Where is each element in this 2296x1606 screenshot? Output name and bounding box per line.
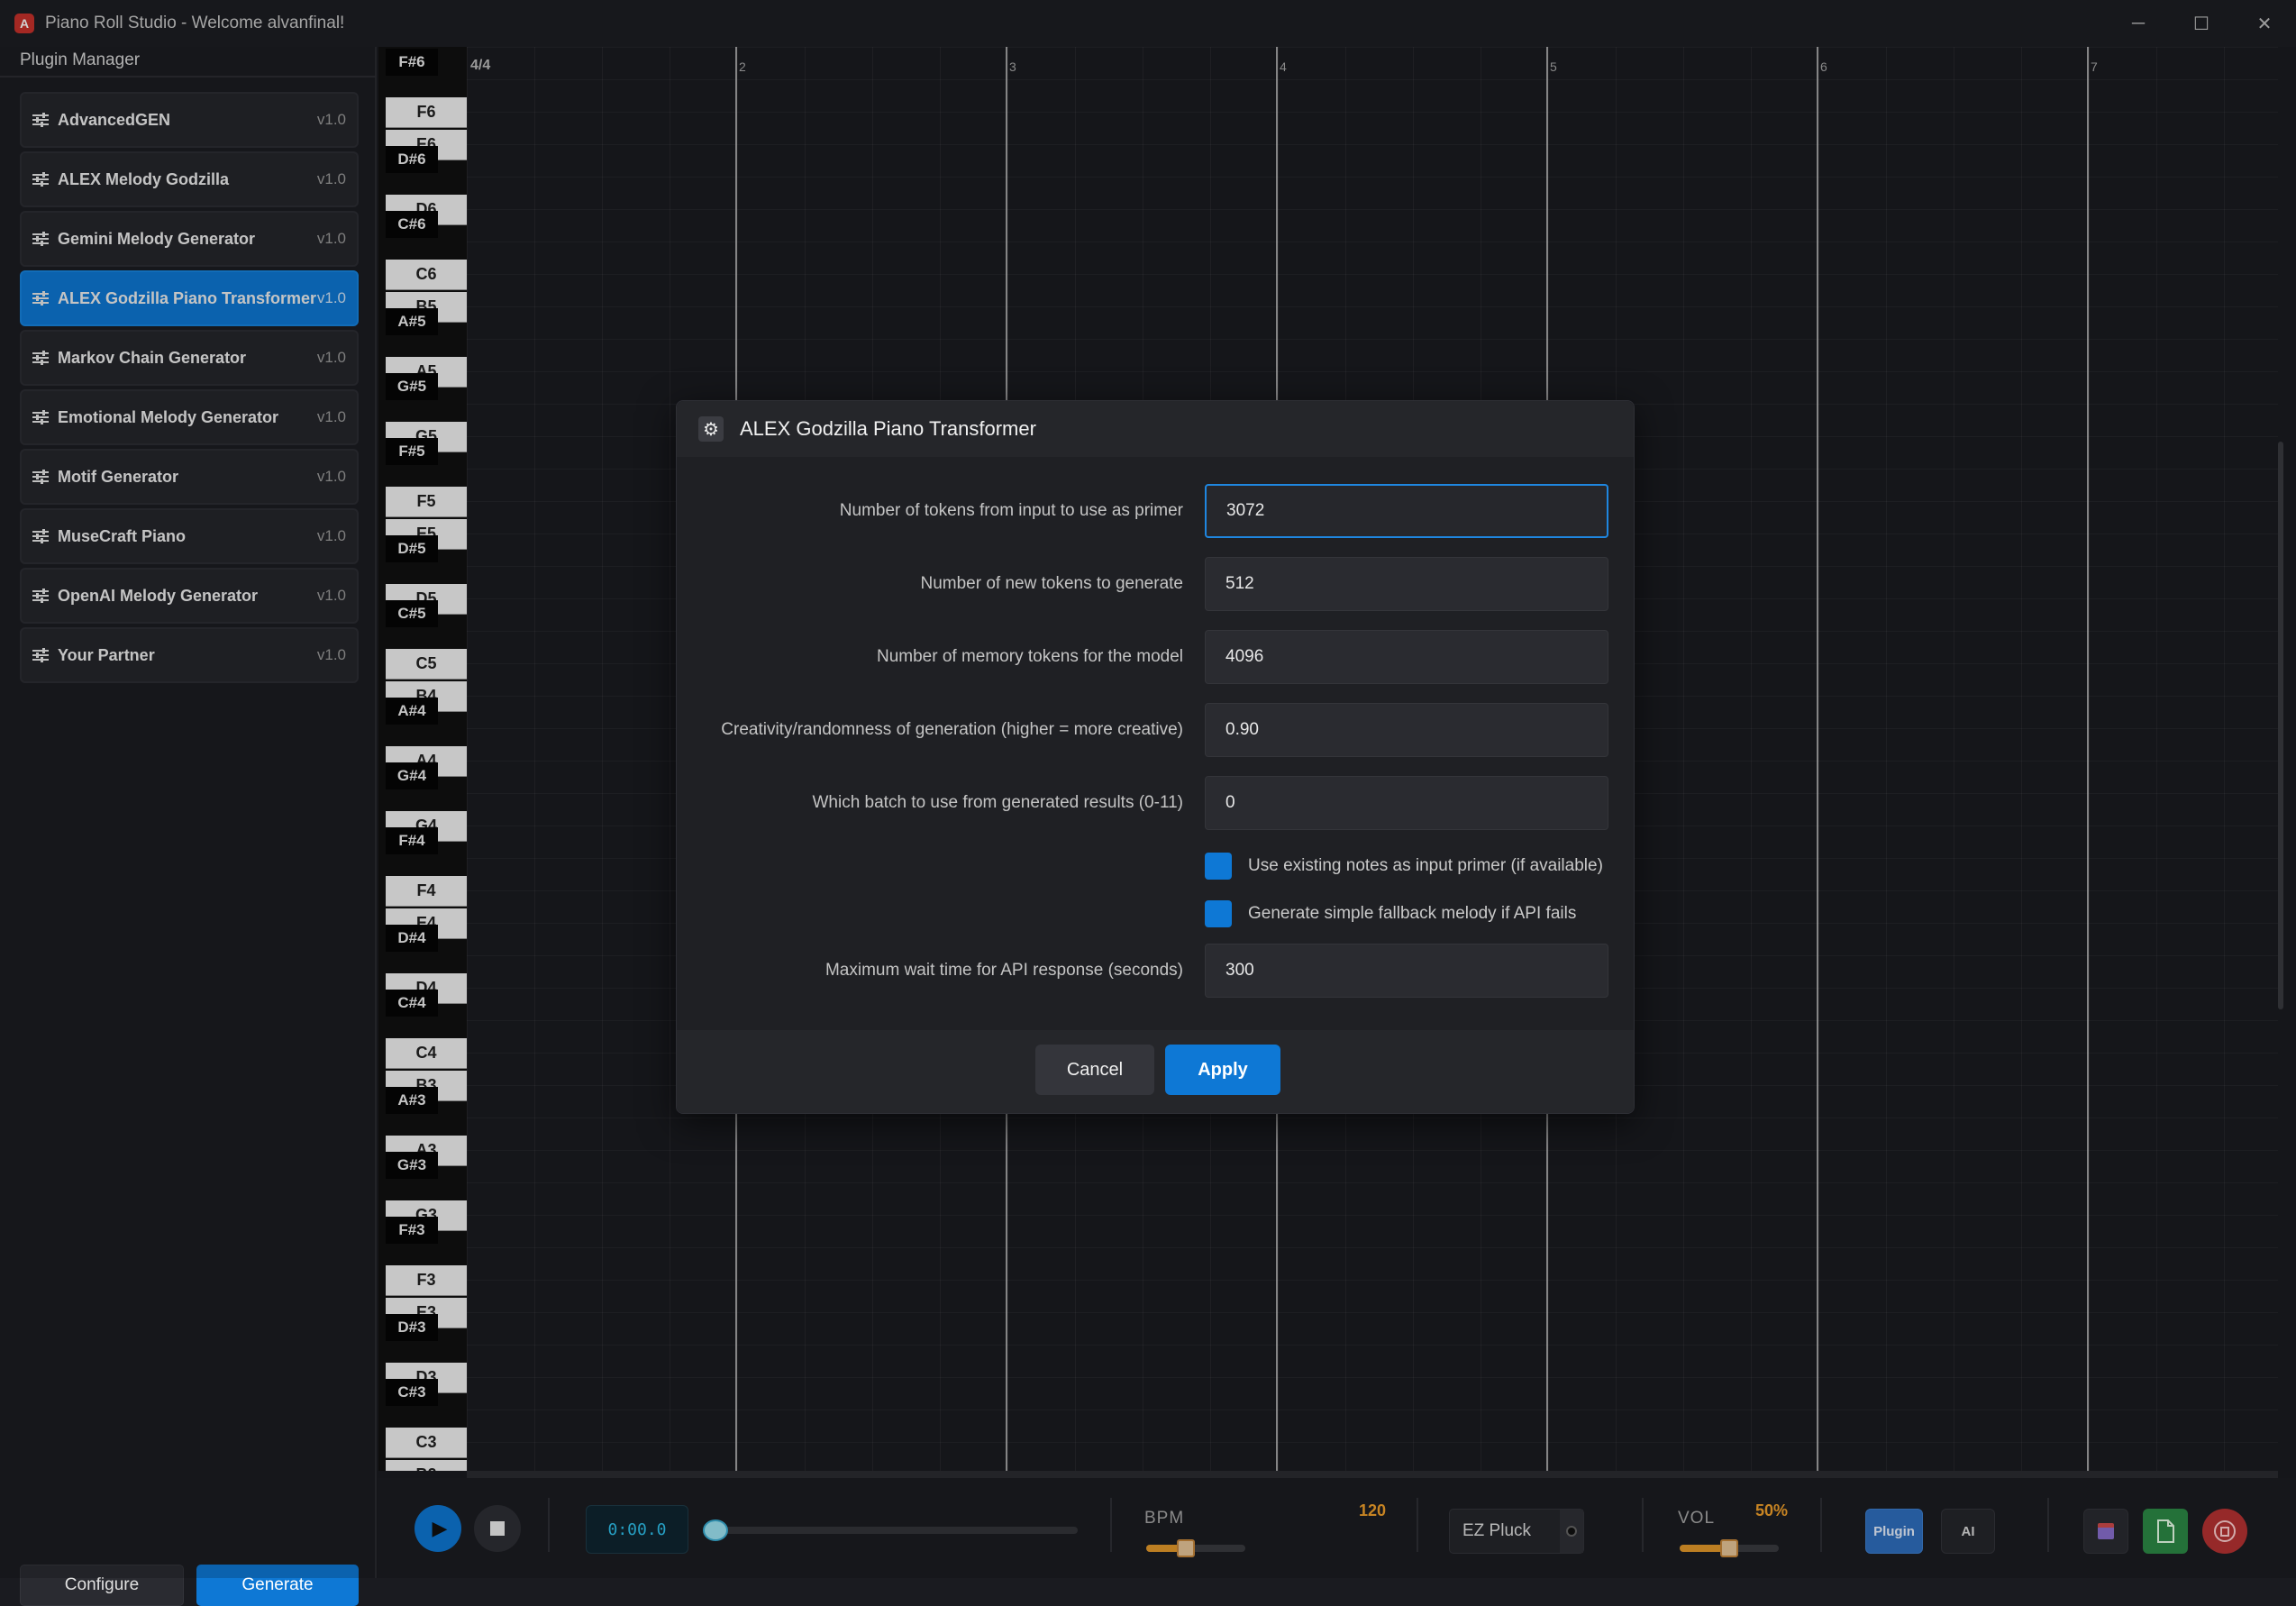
dialog-title: ALEX Godzilla Piano Transformer bbox=[740, 417, 1036, 440]
wait-time-input[interactable] bbox=[1205, 944, 1608, 998]
memory-tokens-label: Number of memory tokens for the model bbox=[876, 647, 1183, 666]
creativity-row: Creativity/randomness of generation (hig… bbox=[677, 703, 1634, 757]
checkbox-box[interactable] bbox=[1205, 853, 1232, 880]
memory-tokens-input[interactable] bbox=[1205, 630, 1608, 684]
gear-icon: ⚙ bbox=[698, 416, 724, 442]
primer-tokens-row: Number of tokens from input to use as pr… bbox=[677, 484, 1634, 538]
wait-time-row: Maximum wait time for API response (seco… bbox=[677, 944, 1634, 998]
dialog-footer: Cancel Apply bbox=[677, 1030, 1634, 1113]
use-existing-notes-label: Use existing notes as input primer (if a… bbox=[1248, 856, 1603, 875]
creativity-input[interactable] bbox=[1205, 703, 1608, 757]
creativity-label: Creativity/randomness of generation (hig… bbox=[721, 720, 1183, 739]
batch-label: Which batch to use from generated result… bbox=[812, 793, 1183, 812]
new-tokens-label: Number of new tokens to generate bbox=[920, 574, 1183, 593]
fallback-melody-label: Generate simple fallback melody if API f… bbox=[1248, 904, 1577, 923]
dialog-header: ⚙ ALEX Godzilla Piano Transformer bbox=[677, 401, 1634, 457]
batch-input[interactable] bbox=[1205, 776, 1608, 830]
cancel-button[interactable]: Cancel bbox=[1035, 1045, 1154, 1095]
new-tokens-input[interactable] bbox=[1205, 557, 1608, 611]
primer-tokens-input[interactable] bbox=[1205, 484, 1608, 538]
fallback-melody-checkbox[interactable]: Generate simple fallback melody if API f… bbox=[1205, 899, 1576, 928]
primer-tokens-label: Number of tokens from input to use as pr… bbox=[839, 501, 1183, 520]
apply-button[interactable]: Apply bbox=[1165, 1045, 1280, 1095]
plugin-config-dialog: ⚙ ALEX Godzilla Piano Transformer Number… bbox=[676, 400, 1635, 1114]
batch-row: Which batch to use from generated result… bbox=[677, 776, 1634, 830]
new-tokens-row: Number of new tokens to generate bbox=[677, 557, 1634, 611]
checkbox-box[interactable] bbox=[1205, 900, 1232, 927]
memory-tokens-row: Number of memory tokens for the model bbox=[677, 630, 1634, 684]
use-existing-notes-checkbox[interactable]: Use existing notes as input primer (if a… bbox=[1205, 852, 1603, 881]
wait-time-label: Maximum wait time for API response (seco… bbox=[825, 961, 1183, 980]
